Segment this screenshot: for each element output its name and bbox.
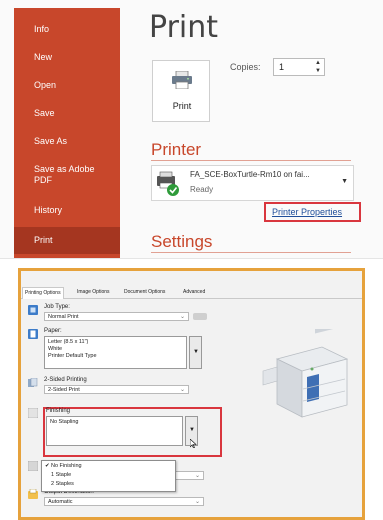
paper-dropdown-button[interactable]: ▼ [189, 336, 202, 369]
chevron-down-icon: ⌄ [179, 314, 185, 320]
copies-label: Copies: [230, 62, 261, 72]
stepper-up-icon[interactable]: ▲ [315, 60, 321, 66]
tab-image-options[interactable]: Image Options [77, 289, 110, 295]
print-button-label: Print [172, 101, 192, 111]
sidebar-item-label: New [34, 52, 53, 62]
chevron-down-icon: ⌄ [179, 387, 185, 393]
sidebar-item-save-as[interactable]: Save As [14, 136, 120, 147]
print-button[interactable]: Print [152, 60, 210, 122]
job-type-select[interactable]: Normal Print ⌄ [44, 312, 189, 321]
panel-separator [0, 258, 383, 268]
tab-document-options[interactable]: Document Options [124, 289, 165, 295]
stepper-down-icon[interactable]: ▼ [315, 68, 321, 74]
sidebar-item-label: Open [34, 80, 57, 90]
paper-type: Printer Default Type [48, 353, 97, 359]
sidebar-item-label: Info [34, 24, 50, 34]
tab-printing-options[interactable]: Printing Options [22, 287, 64, 299]
printer-ready-icon [157, 171, 179, 196]
settings-section-divider [151, 252, 351, 253]
sidebar-item-save[interactable]: Save [14, 108, 120, 119]
printer-properties-dialog: Printing Options Image Options Document … [18, 268, 365, 520]
copies-value: 1 [279, 62, 285, 72]
sidebar-item-save-as-adobe-pdf[interactable]: Save as Adobe PDF [14, 164, 114, 186]
finishing-value: No Stapling [50, 419, 79, 425]
menu-item-2-staples[interactable]: 2 Staples [51, 481, 74, 487]
output-destination-select[interactable]: Automatic ⌄ [44, 497, 204, 506]
sidebar-item-history[interactable]: History [14, 205, 120, 216]
sidebar-item-label: Save [34, 108, 55, 118]
backstage-sidebar: Info New Open Save Save As Save as Adobe… [14, 8, 120, 258]
menu-item-no-finishing[interactable]: No Finishing [51, 463, 82, 469]
sidebar-item-label: Save As [34, 136, 68, 146]
printer-machine-image [262, 329, 349, 418]
printer-properties-link[interactable]: Printer Properties [272, 207, 342, 217]
output-destination-value: Automatic [48, 499, 73, 505]
printer-status: Ready [190, 185, 214, 194]
output-tray-icon [28, 461, 38, 471]
chevron-down-icon: ⌄ [194, 499, 200, 505]
paper-label: Paper: [44, 328, 62, 334]
finishing-label: Finishing [46, 408, 71, 414]
sidebar-item-label: History [34, 205, 63, 215]
print-backstage-panel: Info New Open Save Save As Save as Adobe… [0, 0, 383, 258]
paper-summary-box: Letter (8.5 x 11") White Printer Default… [44, 336, 187, 369]
mouse-cursor-icon [190, 439, 197, 448]
job-type-label: Job Type: [44, 304, 70, 310]
page-title: Print [149, 10, 219, 45]
paper-size: Letter (8.5 x 11") [48, 339, 89, 345]
settings-section-heading: Settings [151, 232, 213, 251]
output-destination-icon [28, 489, 38, 499]
two-sided-icon [28, 378, 38, 387]
copies-stepper[interactable]: 1 ▲ ▼ [273, 58, 325, 76]
two-sided-label: 2-Sided Printing [44, 377, 87, 383]
finishing-icon [28, 408, 38, 418]
finishing-options-menu: ✔ No Finishing 1 Staple 2 Staples [41, 460, 176, 492]
two-sided-select[interactable]: 2-Sided Print ⌄ [44, 385, 189, 394]
dialog-tab-bar: Printing Options Image Options Document … [21, 287, 362, 299]
printer-properties-highlight: Printer Properties [264, 202, 361, 222]
sidebar-item-open[interactable]: Open [14, 80, 120, 91]
job-type-value: Normal Print [48, 314, 79, 320]
screenshot-root: Info New Open Save Save As Save as Adobe… [0, 0, 383, 520]
chevron-down-icon: ▼ [193, 349, 199, 355]
sidebar-item-label: Save as Adobe PDF [34, 164, 95, 185]
printer-name: FA_SCE-BoxTurtle-Rm10 on fai... [190, 170, 310, 179]
chevron-down-icon: ⌄ [194, 473, 200, 479]
sidebar-item-info[interactable]: Info [14, 24, 120, 35]
paper-icon [28, 329, 38, 339]
sidebar-item-label: Print [34, 235, 53, 245]
printer-icon [172, 71, 192, 89]
printer-section-divider [151, 160, 351, 161]
chevron-down-icon: ▼ [189, 427, 195, 433]
tab-advanced[interactable]: Advanced [183, 289, 205, 295]
chevron-down-icon: ▼ [341, 178, 348, 185]
printer-select[interactable]: FA_SCE-BoxTurtle-Rm10 on fai... Ready ▼ [151, 165, 354, 201]
job-type-icon [28, 305, 38, 315]
menu-item-1-staple[interactable]: 1 Staple [51, 472, 71, 478]
printer-section-heading: Printer [151, 140, 202, 159]
two-sided-value: 2-Sided Print [48, 387, 80, 393]
paper-color: White [48, 346, 63, 352]
checkmark-icon: ✔ [45, 463, 50, 469]
sidebar-item-new[interactable]: New [14, 52, 120, 63]
job-type-settings-button[interactable] [193, 313, 207, 320]
finishing-summary-box: No Stapling [46, 416, 183, 446]
sidebar-item-print[interactable]: Print [14, 227, 120, 254]
